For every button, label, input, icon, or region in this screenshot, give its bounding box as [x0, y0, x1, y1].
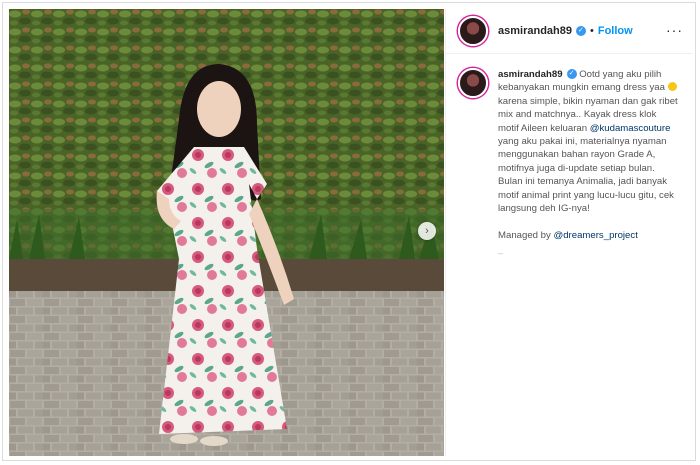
post-sidebar: asmirandah89 ✓ • Follow ··· asmirandah89… [445, 9, 693, 456]
caption-username[interactable]: asmirandah89 [498, 69, 563, 80]
avatar[interactable] [458, 16, 488, 46]
post-header: asmirandah89 ✓ • Follow ··· [446, 9, 693, 54]
managed-by-line: Managed by @dreamers_project [498, 229, 678, 242]
mention-kudamascouture[interactable]: @kudamascouture [590, 123, 671, 134]
separator-dot: • [589, 25, 594, 37]
caption-verified-badge-icon: ✓ [566, 69, 577, 80]
more-options-icon[interactable]: ··· [666, 23, 683, 37]
follow-button[interactable]: Follow [598, 25, 633, 37]
verified-badge-icon: ✓ [575, 26, 586, 36]
caption-text-3: yang aku pakai ini, materialnya nyaman m… [498, 136, 674, 215]
trailing-dash: – [498, 247, 504, 258]
managed-prefix: Managed by [498, 230, 554, 242]
photo-illustration [9, 9, 444, 456]
post-username[interactable]: asmirandah89 [498, 25, 572, 37]
post-photo[interactable] [9, 9, 444, 456]
caption-avatar[interactable] [458, 68, 488, 98]
mention-dreamers-project[interactable]: @dreamers_project [553, 230, 637, 241]
grinning-face-emoji-icon [667, 82, 677, 92]
caption-comment: asmirandah89 ✓ Ootd yang aku pilih kebany… [446, 54, 693, 260]
caption-body: asmirandah89 ✓ Ootd yang aku pilih kebany… [498, 68, 678, 260]
next-photo-arrow-icon[interactable]: › [418, 222, 436, 240]
